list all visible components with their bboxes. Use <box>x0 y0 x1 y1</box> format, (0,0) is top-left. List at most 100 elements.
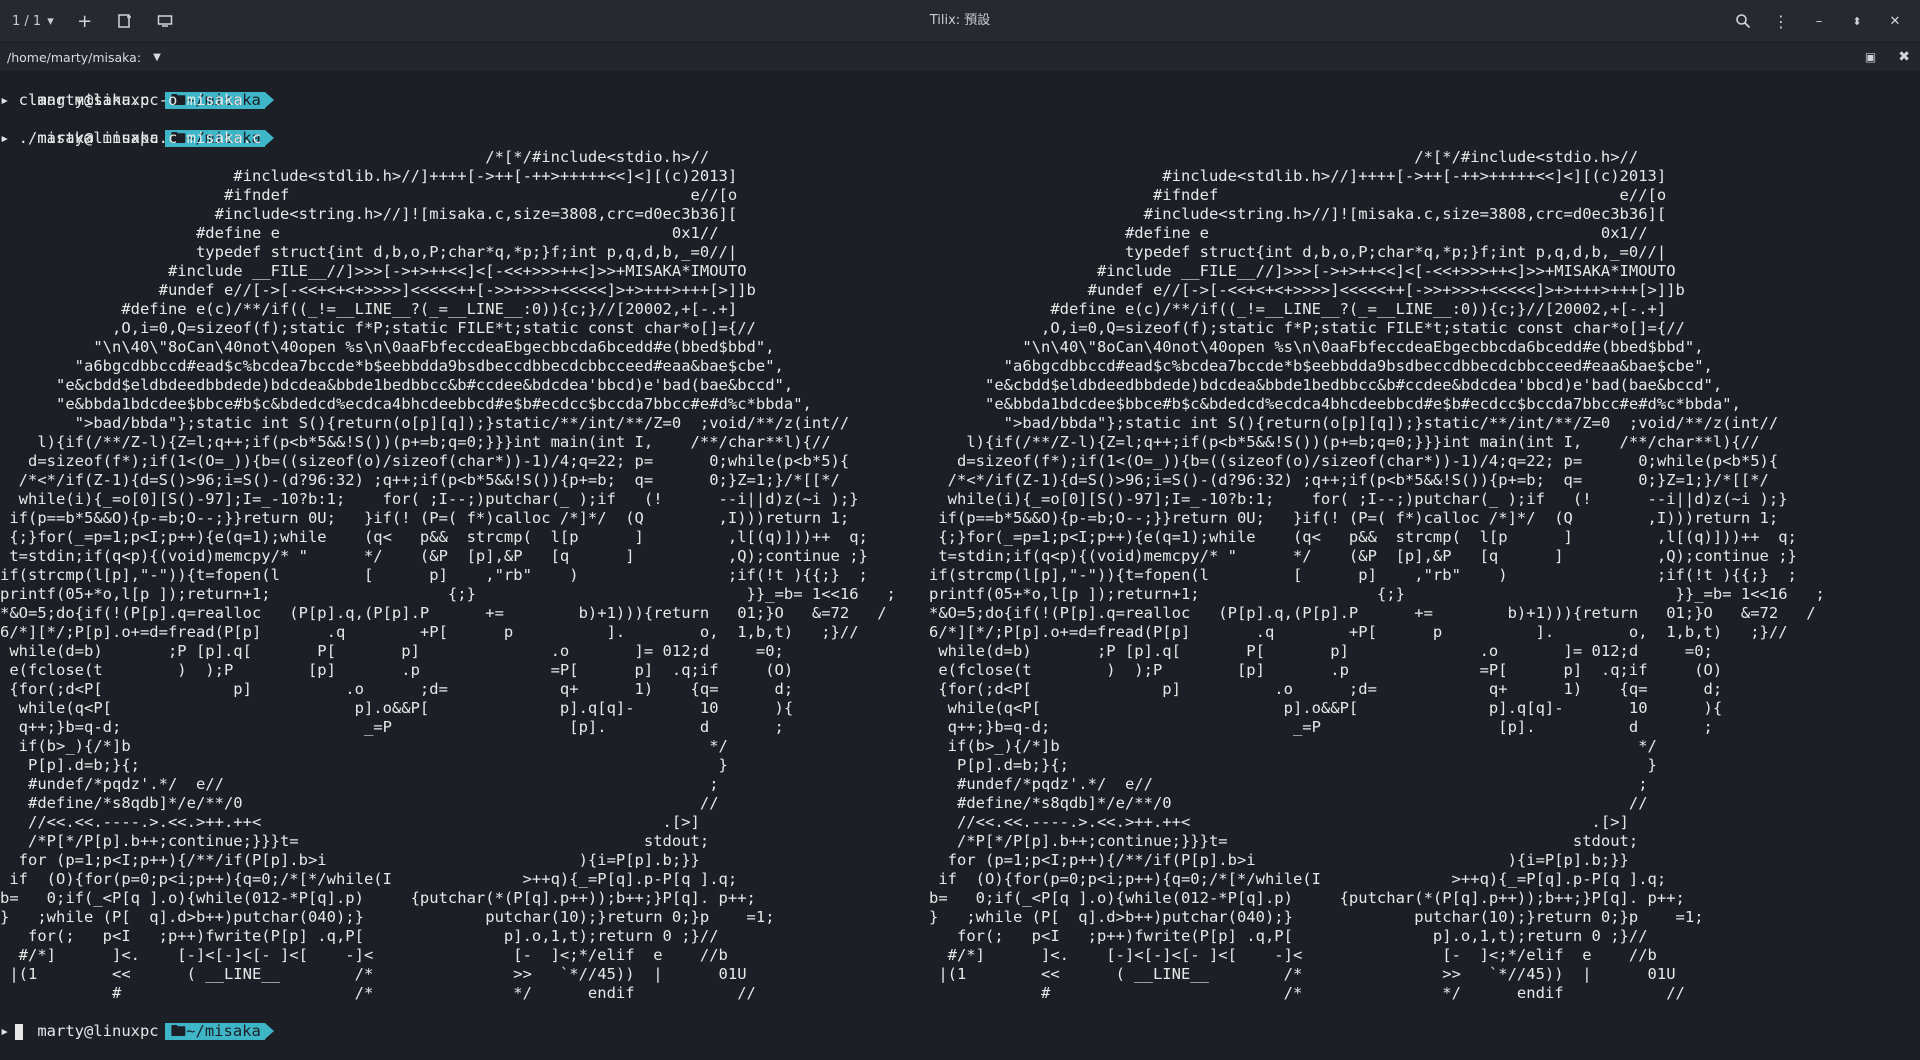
output-line: /*<*/if(Z-1){d=S()>96;i=S()-(d?96:32) ;q… <box>0 471 1920 490</box>
output-left-copy: /*<*/if(Z-1){d=S()>96;i=S()-(d?96:32) ;q… <box>0 471 840 489</box>
output-right-copy: if(strcmp(l[p],"-")){t=fopen(l [ p] ,"rb… <box>929 566 1797 584</box>
sync-icon <box>157 15 172 27</box>
output-line: l){if(/**/Z-l){Z=l;q++;if(p<b*5&&!S())(p… <box>0 433 1920 452</box>
menu-button[interactable]: ⋮ <box>1766 6 1796 36</box>
output-right-copy: /*[*/#include<stdio.h>// <box>929 148 1639 166</box>
output-right-copy: #define e(c)/**/if((_!=__LINE__?(_=__LIN… <box>929 300 1667 318</box>
close-window-button[interactable]: ✕ <box>1880 6 1910 36</box>
output-left-copy: "a6bgcdbbccd#ead$c%bcdea7bccde*b$eebbdda… <box>0 357 784 375</box>
terminal-close-icon[interactable]: ✖ <box>1898 49 1910 65</box>
output-right-copy: {for(;d<P[ p] .o ;d= q+ 1) {q= d; <box>929 680 1723 698</box>
output-line: if (O){for(p=0;p<i;p++){q=0;/*[*/while(I… <box>0 870 1920 889</box>
output-left-copy: /*P[*/P[p].b++;continue;}}}t= stdout; <box>0 832 710 850</box>
output-right-copy: #define/*s8qdb]*/e/**/0 // <box>929 794 1648 812</box>
output-line: d=sizeof(f*);if(1<(O=_)){b=((sizeof(o)/s… <box>0 452 1920 471</box>
command-text: ./misaka misaka.c misaka.c <box>18 129 262 147</box>
plus-icon: + <box>77 10 93 32</box>
prompt-line: marty@linuxpc 🖿~/misaka <box>0 72 1920 109</box>
output-left-copy: ,O,i=0,Q=sizeof(f);static f*P;static FIL… <box>0 319 756 337</box>
output-right-copy: #include<string.h>//]![misaka.c,size=380… <box>929 205 1667 223</box>
output-left-copy: d=sizeof(f*);if(1<(O=_)){b=((sizeof(o)/s… <box>0 452 850 470</box>
sync-input-button[interactable] <box>150 6 180 36</box>
output-right-copy: printf(05+*o,l[p ]);return+1; {;} }}_=b=… <box>929 585 1825 603</box>
output-left-copy: if(strcmp(l[p],"-")){t=fopen(l [ p] ,"rb… <box>0 566 868 584</box>
output-right-copy: "e&cbdd$eldbdeedbbdede)bdcdea&bbde1bedbb… <box>929 376 1723 394</box>
output-right-copy: 6/*][*/;P[p].o+=d=fread(P[p] .q +P[ p ].… <box>929 623 1788 641</box>
terminal-maximize-icon[interactable]: ▣ <box>1865 50 1876 64</box>
output-left-copy: b= 0;if(_<P[q ].o){while(012-*P[q].p) {p… <box>0 889 756 907</box>
program-output: /*[*/#include<stdio.h>// /*[*/#include<s… <box>0 148 1920 1003</box>
output-right-copy: #/*] ]<. [-]<[-]<[- ]<[ -]< [- ]<;*/elif… <box>929 946 1657 964</box>
output-line: {;}for(_=p=1;p<I;p++){e(q=1);while (q< p… <box>0 528 1920 547</box>
terminal-menu-chevron-down-icon[interactable]: ▼ <box>153 52 161 63</box>
output-right-copy: l){if(/**/Z-l){Z=l;q++;if(p<b*5&&!S())(p… <box>929 433 1760 451</box>
output-left-copy: #define e(c)/**/if((_!=__LINE__?(_=__LIN… <box>0 300 738 318</box>
output-right-copy: d=sizeof(f*);if(1<(O=_)){b=((sizeof(o)/s… <box>929 452 1779 470</box>
output-right-copy: t=stdin;if(q<p){(void)memcpy/* " */ (&P … <box>929 547 1797 565</box>
output-right-copy: #include __FILE__//]>>>[->+>++<<]<[-<<+>… <box>929 262 1676 280</box>
output-left-copy: q++;}b=q-d; _=P [p]. d ; <box>0 718 784 736</box>
maximize-button[interactable]: ⬍ <box>1842 6 1872 36</box>
output-left-copy: //<<.<<.----.>.<<.>++.++< .[>] <box>0 813 700 831</box>
output-left-copy: |(1 << ( __LINE__ /* >> `*//45)) | 01U <box>0 965 747 983</box>
output-left-copy: if(b>_){/*]b */ <box>0 737 728 755</box>
output-right-copy: //<<.<<.----.>.<<.>++.++< .[>] <box>929 813 1629 831</box>
output-left-copy: # /* */ endif // <box>0 984 756 1002</box>
output-line: } ;while (P[ q].d>b++)putchar(040);} put… <box>0 908 1920 927</box>
minimize-button[interactable]: – <box>1804 6 1834 36</box>
output-left-copy: {;}for(_=p=1;p<I;p++){e(q=1);while (q< p… <box>0 528 868 546</box>
output-left-copy: #include<stdlib.h>//]++++[->++[-++>+++++… <box>0 167 738 185</box>
input-line[interactable]: ▸ <box>0 1022 1920 1041</box>
output-right-copy: "\n\40\"8oCan\40not\40open %s\n\0aaFbfec… <box>929 338 1704 356</box>
command-text: clang misaka.c -o misaka <box>18 91 243 109</box>
session-selector[interactable]: 1 / 1 ▾ <box>12 14 54 29</box>
output-left-copy: 6/*][*/;P[p].o+=d=fread(P[p] .q +P[ p ].… <box>0 623 859 641</box>
output-right-copy: typedef struct{int d,b,o,P;char*q,*p;}f;… <box>929 243 1667 261</box>
output-line: #include<string.h>//]![misaka.c,size=380… <box>0 205 1920 224</box>
output-right-copy: } ;while (P[ q].d>b++)putchar(040);} put… <box>929 908 1704 926</box>
text-cursor <box>15 1023 24 1040</box>
output-line: "e&cbdd$eldbdeedbbdede)bdcdea&bbde1bedbb… <box>0 376 1920 395</box>
output-line: #ifndef e//[o #ifndef e//[o <box>0 186 1920 205</box>
output-left-copy: typedef struct{int d,b,o,P;char*q,*p;}f;… <box>0 243 738 261</box>
prompt-arrow-icon: ▸ <box>0 1022 10 1040</box>
output-right-copy: #ifndef e//[o <box>929 186 1667 204</box>
output-line: /*P[*/P[p].b++;continue;}}}t= stdout; /*… <box>0 832 1920 851</box>
output-left-copy: ">bad/bbda"};static int S(){return(o[p][… <box>0 414 850 432</box>
prompt-arrow-icon: ▸ <box>0 129 19 147</box>
output-right-copy: ">bad/bbda"};static int S(){return(o[p][… <box>929 414 1779 432</box>
search-button[interactable] <box>1728 6 1758 36</box>
output-right-copy: b= 0;if(_<P[q ].o){while(012-*P[q].p) {p… <box>929 889 1685 907</box>
prompt-arrow-icon: ▸ <box>0 91 19 109</box>
kebab-menu-icon: ⋮ <box>1773 11 1789 31</box>
output-left-copy: P[p].d=b;}{; } <box>0 756 728 774</box>
output-line: #define e 0x1// #define e 0x1// <box>0 224 1920 243</box>
output-line: if(strcmp(l[p],"-")){t=fopen(l [ p] ,"rb… <box>0 566 1920 585</box>
output-line: while(q<P[ p].o&&P[ p].q[q]- 10 ){ while… <box>0 699 1920 718</box>
add-session-button[interactable]: + <box>70 6 100 36</box>
output-right-copy: if(b>_){/*]b */ <box>929 737 1657 755</box>
output-line: while(i){_=o[0][S()-97];I=_-10?b:1; for(… <box>0 490 1920 509</box>
output-right-copy: for(; p<I ;p++)fwrite(P[p] .q,P[ p].o,1,… <box>929 927 1648 945</box>
prompt-line: marty@linuxpc 🖿~/misaka <box>0 1003 1920 1040</box>
output-right-copy: #include<stdlib.h>//]++++[->++[-++>+++++… <box>929 167 1667 185</box>
add-terminal-button[interactable] <box>110 6 140 36</box>
output-right-copy: if (O){for(p=0;p<i;p++){q=0;/*[*/while(I… <box>929 870 1667 888</box>
output-line: 6/*][*/;P[p].o+=d=fread(P[p] .q +P[ p ].… <box>0 623 1920 642</box>
output-left-copy: *&O=5;do{if(!(P[p].q=realloc (P[p].q,(P[… <box>0 604 887 622</box>
output-right-copy: P[p].d=b;}{; } <box>929 756 1657 774</box>
output-left-copy: "e&cbdd$eldbdeedbbdede)bdcdea&bbde1bedbb… <box>0 376 794 394</box>
terminal-output[interactable]: marty@linuxpc 🖿~/misaka ▸ clang misaka.c … <box>0 72 1920 1053</box>
output-line: P[p].d=b;}{; } P[p].d=b;}{; } <box>0 756 1920 775</box>
output-line: /*[*/#include<stdio.h>// /*[*/#include<s… <box>0 148 1920 167</box>
output-left-copy: if(p==b*5&&O){p-=b;O--;}}return 0U; }if(… <box>0 509 850 527</box>
output-left-copy: #define e 0x1// <box>0 224 719 242</box>
output-line: ,O,i=0,Q=sizeof(f);static f*P;static FIL… <box>0 319 1920 338</box>
output-right-copy: while(d=b) ;P [p].q[ P[ p] .o ]= 012;d =… <box>929 642 1713 660</box>
output-left-copy: #undef e//[->[-<<+<+<+>>>>]<<<<<++[->>+>… <box>0 281 756 299</box>
command-line: ▸ clang misaka.c -o misaka <box>0 91 1920 110</box>
command-line: ▸ ./misaka misaka.c misaka.c <box>0 129 1920 148</box>
terminal-title: /home/marty/misaka: <box>7 49 142 65</box>
output-left-copy: if (O){for(p=0;p<i;p++){q=0;/*[*/while(I… <box>0 870 738 888</box>
new-terminal-icon <box>117 14 131 28</box>
